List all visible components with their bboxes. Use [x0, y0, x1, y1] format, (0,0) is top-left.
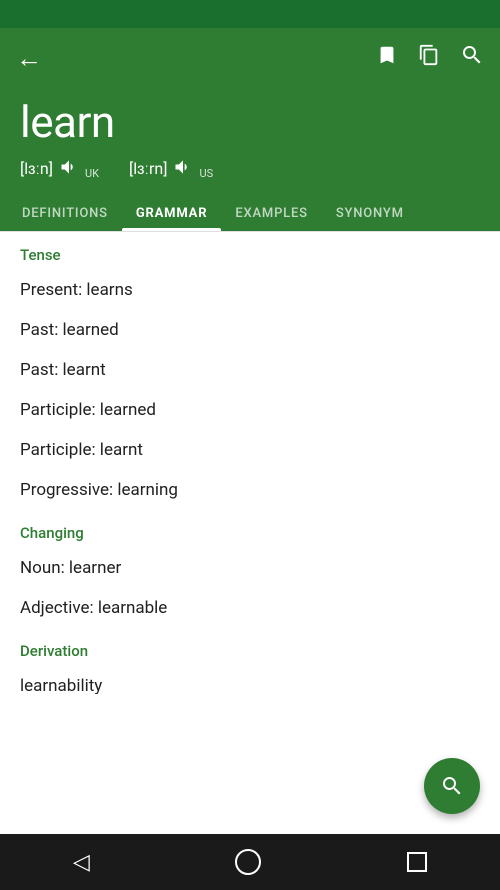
nav-recent-button[interactable]: [407, 852, 427, 872]
grammar-item-past-learned: Past: learned: [0, 310, 500, 350]
pronunciation-uk: [lɜːn] UK: [20, 157, 99, 182]
grammar-item-participle-learnt: Participle: learnt: [0, 430, 500, 470]
grammar-item-learnability: learnability: [0, 666, 500, 694]
grammar-item-present: Present: learns: [0, 270, 500, 310]
speaker-uk-icon[interactable]: [59, 157, 79, 182]
tab-examples[interactable]: EXAMPLES: [221, 194, 321, 231]
grammar-item-past-learnt: Past: learnt: [0, 350, 500, 390]
fab-search-button[interactable]: [424, 758, 480, 814]
header-actions: [376, 43, 484, 73]
pron-ipa-uk: [lɜːn]: [20, 159, 53, 179]
tab-definitions[interactable]: DEFINITIONS: [8, 194, 122, 231]
grammar-item-adjective: Adjective: learnable: [0, 588, 500, 628]
grammar-item-progressive: Progressive: learning: [0, 470, 500, 510]
header-left: ←: [16, 43, 42, 74]
nav-home-button[interactable]: [235, 849, 261, 875]
nav-back-button[interactable]: ◁: [73, 850, 90, 875]
tense-header: Tense: [0, 232, 500, 270]
status-bar: [0, 0, 500, 28]
grammar-item-participle-learned: Participle: learned: [0, 390, 500, 430]
copy-icon[interactable]: [418, 44, 440, 72]
pronunciations: [lɜːn] UK [lɜːrn] US: [20, 149, 480, 194]
tab-grammar[interactable]: GRAMMAR: [122, 194, 221, 231]
derivation-header: Derivation: [0, 628, 500, 666]
changing-header: Changing: [0, 510, 500, 548]
pron-region-us: US: [199, 167, 213, 180]
bottom-navigation: ◁: [0, 834, 500, 890]
speaker-us-icon[interactable]: [173, 157, 193, 182]
bookmark-icon[interactable]: [376, 44, 398, 72]
grammar-item-noun: Noun: learner: [0, 548, 500, 588]
search-header-icon[interactable]: [460, 43, 484, 73]
word-title: learn: [20, 96, 480, 149]
back-button[interactable]: ←: [16, 43, 42, 74]
word-section: learn [lɜːn] UK [lɜːrn] US: [0, 88, 500, 194]
grammar-content: Tense Present: learns Past: learned Past…: [0, 232, 500, 792]
app-header: ←: [0, 28, 500, 88]
fab-search-icon: [440, 774, 464, 798]
pronunciation-us: [lɜːrn] US: [129, 157, 213, 182]
tab-synonym[interactable]: SYNONYM: [322, 194, 418, 231]
pron-region-uk: UK: [85, 167, 99, 180]
pron-ipa-us: [lɜːrn]: [129, 159, 167, 179]
tabs-bar: DEFINITIONS GRAMMAR EXAMPLES SYNONYM: [0, 194, 500, 231]
